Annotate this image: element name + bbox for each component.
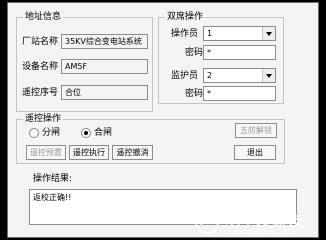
- guardian-label: 监护员: [171, 71, 199, 81]
- chevron-down-icon[interactable]: [262, 69, 275, 82]
- radio-open[interactable]: [29, 128, 39, 138]
- exit-button[interactable]: 退出: [234, 145, 276, 160]
- watermark-url: www.elecfans.com: [228, 228, 294, 236]
- remote-seq-label: 遥控序号: [22, 88, 59, 98]
- guardian-password-input[interactable]: *: [203, 86, 276, 101]
- remote-execute-button[interactable]: 遥控执行: [69, 145, 109, 160]
- watermark-logo-icon: [195, 210, 219, 234]
- device-name-field: AM5F: [61, 59, 148, 74]
- operator-label: 操作员: [171, 29, 199, 39]
- guardian-select[interactable]: 2: [203, 68, 276, 83]
- guardian-value: 2: [207, 71, 213, 80]
- operator-password-input[interactable]: *: [203, 45, 276, 60]
- password2-label: 密码: [185, 89, 204, 99]
- remote-control-dialog: 地址信息 厂站名称 35KV综合变电站系统 设备名称 AM5F 遥控序号 合位 …: [7, 2, 319, 238]
- address-info-title: 地址信息: [23, 11, 64, 23]
- remote-preset-button[interactable]: 遥控预置: [26, 145, 66, 160]
- operator-select[interactable]: 1: [203, 26, 276, 41]
- remote-cancel-button[interactable]: 遥控撤消: [112, 145, 153, 160]
- result-label: 操作结果:: [33, 174, 73, 184]
- operator-value: 1: [207, 29, 213, 38]
- dual-operation-title: 双席操作: [165, 11, 206, 23]
- remote-seq-field: 合位: [61, 85, 148, 100]
- password1-label: 密码: [185, 48, 204, 58]
- radio-close[interactable]: [81, 128, 91, 138]
- station-name-field: 35KV综合变电站系统: [61, 34, 148, 49]
- station-name-label: 厂站名称: [22, 37, 59, 47]
- chevron-down-icon[interactable]: [262, 27, 275, 40]
- radio-close-label[interactable]: 合闸: [94, 127, 112, 139]
- device-name-label: 设备名称: [22, 62, 59, 72]
- wufang-unlock-button[interactable]: 五防解锁: [235, 123, 277, 138]
- result-text: 返校正确!!: [33, 193, 72, 202]
- remote-operation-title: 遥控操作: [23, 113, 64, 125]
- radio-open-label[interactable]: 分闸: [42, 127, 60, 139]
- watermark: 电子发烧友 www.elecfans.com: [194, 205, 326, 240]
